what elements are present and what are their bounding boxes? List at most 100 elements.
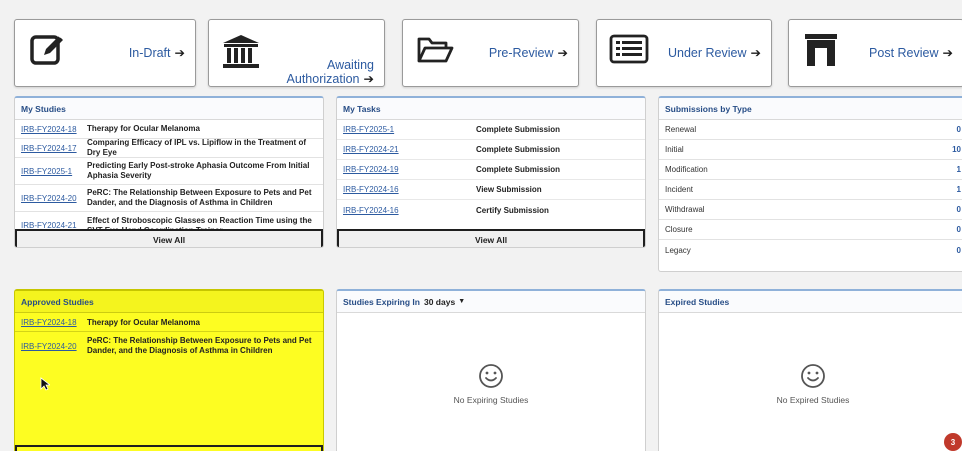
submission-type: Legacy	[665, 245, 691, 255]
dashboard: In-Draft ➔ Awaiting Authorization ➔ Pre-R…	[0, 0, 962, 451]
study-title: PeRC: The Relationship Between Exposure …	[87, 336, 312, 355]
submission-type: Closure	[665, 225, 693, 234]
view-all-studies-button[interactable]: View All	[15, 229, 323, 247]
in-draft-label: In-Draft ➔	[128, 46, 185, 60]
table-row: IRB-FY2024-21 Complete Submission	[337, 140, 645, 160]
task-name: Certify Submission	[476, 205, 549, 215]
submission-count[interactable]: 10	[952, 145, 961, 154]
study-link[interactable]: IRB-FY2024-20	[21, 194, 87, 203]
study-link[interactable]: IRB-FY2025-1	[21, 167, 87, 176]
task-name: Complete Submission	[476, 125, 561, 134]
table-row: IRB-FY2024-20 PeRC: The Relationship Bet…	[15, 185, 323, 212]
empty-state: No Expiring Studies	[337, 363, 645, 405]
table-row: IRB-FY2025-1 Predicting Early Post-strok…	[15, 158, 323, 185]
my-tasks-panel: My Tasks IRB-FY2025-1 Complete Submissio…	[336, 96, 646, 248]
table-row: Modification 1	[659, 160, 962, 180]
submission-type: Withdrawal	[665, 205, 705, 214]
expiring-studies-title: Studies Expiring In 30 days ▼	[337, 291, 645, 313]
empty-state: No Expired Studies	[659, 363, 962, 405]
my-tasks-title: My Tasks	[337, 98, 645, 120]
study-title: Comparing Efficacy of IPL vs. Lipiflow i…	[87, 138, 306, 157]
approved-studies-panel: Approved Studies IRB-FY2024-18 Therapy f…	[14, 289, 324, 451]
submission-count[interactable]: 0	[957, 125, 961, 134]
list-icon	[609, 34, 649, 64]
mouse-cursor-icon	[40, 377, 50, 391]
task-study-link[interactable]: IRB-FY2025-1	[343, 125, 476, 134]
expiring-studies-panel: Studies Expiring In 30 days ▼ No Expirin…	[336, 289, 646, 451]
table-row: IRB-FY2024-16 View Submission	[337, 180, 645, 200]
table-row: Withdrawal 0	[659, 200, 962, 220]
table-row: IRB-FY2024-17 Comparing Efficacy of IPL …	[15, 138, 323, 158]
table-row: Incident 1	[659, 180, 962, 200]
table-row: IRB-FY2024-16 Certify Submission	[337, 200, 645, 220]
table-row: IRB-FY2024-18 Therapy for Ocular Melanom…	[15, 313, 323, 332]
submission-type: Incident	[665, 185, 694, 194]
in-draft-card[interactable]: In-Draft ➔	[14, 19, 196, 87]
folder-open-icon	[417, 37, 454, 63]
study-link[interactable]: IRB-FY2024-18	[21, 125, 87, 134]
view-all-approved-button[interactable]	[15, 445, 323, 451]
expired-studies-title: Expired Studies	[659, 291, 962, 313]
submission-count[interactable]: 0	[957, 205, 961, 214]
table-row: Initial 10	[659, 140, 962, 160]
study-link[interactable]: IRB-FY2024-17	[21, 144, 87, 153]
task-study-link[interactable]: IRB-FY2024-16	[343, 206, 476, 215]
arrow-right-icon: ➔	[750, 46, 761, 60]
post-review-label: Post Review ➔	[869, 46, 953, 60]
task-name: Complete Submission	[476, 165, 561, 174]
table-row: Closure 0	[659, 220, 962, 240]
under-review-label: Under Review ➔	[668, 46, 761, 60]
task-name: Complete Submission	[476, 145, 561, 154]
smiley-icon	[479, 364, 503, 388]
submissions-title: Submissions by Type	[659, 98, 962, 120]
study-link[interactable]: IRB-FY2024-18	[21, 318, 87, 327]
table-row: IRB-FY2024-18 Therapy for Ocular Melanom…	[15, 120, 323, 139]
submission-count[interactable]: 1	[957, 185, 961, 194]
institution-icon	[223, 35, 259, 68]
submission-count[interactable]: 0	[957, 225, 961, 234]
table-row: Legacy 0	[659, 240, 962, 260]
submission-count[interactable]: 0	[957, 246, 961, 255]
submissions-by-type-panel: Submissions by Type Renewal 0 Initial 10 M…	[658, 96, 962, 272]
task-study-link[interactable]: IRB-FY2024-19	[343, 165, 476, 174]
under-review-card[interactable]: Under Review ➔	[596, 19, 772, 87]
arrow-right-icon: ➔	[557, 46, 568, 60]
task-name: View Submission	[476, 185, 542, 194]
my-studies-title: My Studies	[15, 98, 323, 120]
arrow-right-icon: ➔	[363, 72, 374, 86]
empty-message: No Expiring Studies	[453, 395, 529, 405]
awaiting-authorization-label: Awaiting Authorization ➔	[286, 58, 374, 86]
approved-studies-title: Approved Studies	[15, 291, 323, 313]
table-row: IRB-FY2024-20 PeRC: The Relationship Bet…	[15, 332, 323, 360]
post-review-card[interactable]: Post Review ➔	[788, 19, 962, 87]
pre-review-label: Pre-Review ➔	[488, 46, 568, 60]
study-link[interactable]: IRB-FY2024-20	[21, 342, 87, 351]
archway-icon	[805, 34, 837, 66]
table-row: IRB-FY2024-19 Complete Submission	[337, 160, 645, 180]
submission-type: Initial	[665, 145, 684, 154]
table-row: IRB-FY2025-1 Complete Submission	[337, 120, 645, 140]
my-studies-panel: My Studies IRB-FY2024-18 Therapy for Ocu…	[14, 96, 324, 248]
awaiting-authorization-card[interactable]: Awaiting Authorization ➔	[208, 19, 385, 87]
notification-badge[interactable]: 3	[944, 433, 962, 451]
expiring-range-dropdown[interactable]: 30 days	[424, 297, 455, 307]
arrow-right-icon: ➔	[942, 46, 953, 60]
smiley-icon	[801, 364, 825, 388]
submission-type: Modification	[665, 165, 708, 174]
edit-icon	[30, 30, 63, 65]
arrow-right-icon: ➔	[174, 46, 185, 60]
task-study-link[interactable]: IRB-FY2024-16	[343, 185, 476, 194]
task-study-link[interactable]: IRB-FY2024-21	[343, 145, 476, 154]
submission-type: Renewal	[665, 125, 697, 134]
caret-down-icon[interactable]: ▼	[458, 298, 465, 305]
table-row: Renewal 0	[659, 120, 962, 140]
expired-studies-panel: Expired Studies No Expired Studies	[658, 289, 962, 451]
study-title: PeRC: The Relationship Between Exposure …	[87, 188, 312, 207]
pre-review-card[interactable]: Pre-Review ➔	[402, 19, 579, 87]
empty-message: No Expired Studies	[776, 395, 850, 405]
view-all-tasks-button[interactable]: View All	[337, 229, 645, 247]
submission-count[interactable]: 1	[957, 165, 961, 174]
study-title: Therapy for Ocular Melanoma	[87, 317, 200, 327]
study-title: Therapy for Ocular Melanoma	[87, 124, 200, 133]
study-title: Predicting Early Post-stroke Aphasia Out…	[87, 161, 310, 180]
